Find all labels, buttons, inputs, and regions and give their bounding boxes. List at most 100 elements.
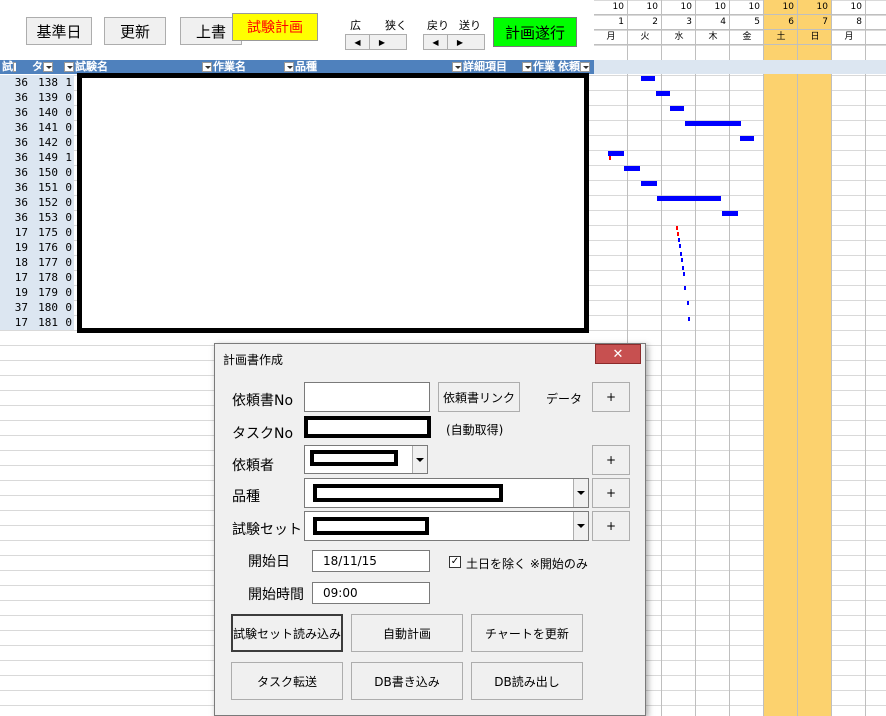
table-cell[interactable]: 0 — [60, 241, 72, 254]
gantt-bar[interactable] — [641, 181, 657, 186]
table-cell[interactable]: 0 — [60, 166, 72, 179]
gantt-bar[interactable] — [722, 211, 738, 216]
filter-icon[interactable] — [13, 62, 16, 72]
scroll-spinner[interactable]: ◀ ▶ — [423, 34, 485, 50]
scroll-forward-arrow[interactable]: ▶ — [448, 35, 472, 49]
start-time-input[interactable]: 09:00 — [312, 582, 430, 604]
gantt-bar[interactable] — [624, 166, 640, 171]
chevron-down-icon[interactable] — [573, 479, 588, 507]
gantt-bar[interactable] — [656, 91, 670, 96]
filter-icon[interactable] — [64, 62, 74, 72]
table-cell[interactable]: 36 — [2, 196, 28, 209]
table-cell[interactable]: 177 — [30, 256, 58, 269]
table-cell[interactable]: 0 — [60, 301, 72, 314]
table-cell[interactable]: 0 — [60, 286, 72, 299]
scroll-back-arrow[interactable]: ◀ — [424, 35, 448, 49]
exclude-weekend-checkbox[interactable]: ✓ — [449, 556, 461, 568]
test-set-combobox[interactable] — [304, 511, 589, 541]
table-cell[interactable]: 36 — [2, 151, 28, 164]
table-cell[interactable]: 17 — [2, 226, 28, 239]
db-read-button[interactable]: DB読み出し — [471, 662, 583, 700]
table-cell[interactable]: 36 — [2, 106, 28, 119]
table-cell[interactable]: 19 — [2, 286, 28, 299]
table-cell[interactable]: 178 — [30, 271, 58, 284]
zoom-narrow-arrow[interactable]: ▶ — [370, 35, 394, 49]
table-cell[interactable]: 152 — [30, 196, 58, 209]
filter-icon[interactable] — [452, 62, 462, 72]
table-cell[interactable]: 0 — [60, 91, 72, 104]
load-test-set-button[interactable]: 試験セット読み込み — [231, 614, 343, 652]
filter-icon[interactable] — [284, 62, 294, 72]
base-date-button[interactable]: 基準日 — [26, 17, 92, 45]
table-cell[interactable]: 0 — [60, 211, 72, 224]
table-cell[interactable]: 139 — [30, 91, 58, 104]
table-row[interactable]: 37 180 0 — [0, 300, 78, 315]
header-task[interactable]: タ — [30, 60, 60, 74]
requester-add-button[interactable]: + — [592, 445, 630, 475]
table-cell[interactable]: 17 — [2, 271, 28, 284]
table-cell[interactable]: 0 — [60, 226, 72, 239]
table-row[interactable]: 17 178 0 — [0, 270, 78, 285]
table-row[interactable]: 19 176 0 — [0, 240, 78, 255]
table-cell[interactable]: 36 — [2, 181, 28, 194]
table-cell[interactable]: 138 — [30, 76, 58, 89]
table-cell[interactable]: 36 — [2, 76, 28, 89]
chevron-down-icon[interactable] — [573, 512, 588, 540]
header-test[interactable]: 試 — [0, 60, 16, 74]
table-cell[interactable]: 0 — [60, 256, 72, 269]
table-cell[interactable]: 36 — [2, 166, 28, 179]
table-cell[interactable]: 0 — [60, 271, 72, 284]
table-cell[interactable]: 181 — [30, 316, 58, 329]
table-cell[interactable]: 151 — [30, 181, 58, 194]
data-add-button[interactable]: + — [592, 382, 630, 412]
request-link-button[interactable]: 依頼書リンク — [438, 382, 520, 412]
update-chart-button[interactable]: チャートを更新 — [471, 614, 583, 652]
gantt-bar[interactable] — [740, 136, 754, 141]
table-row[interactable]: 36 149 1 — [0, 150, 78, 165]
table-row[interactable]: 36 140 0 — [0, 105, 78, 120]
header-test-name[interactable]: 試験名 — [62, 60, 202, 74]
table-row[interactable]: 36 152 0 — [0, 195, 78, 210]
product-add-button[interactable]: + — [592, 478, 630, 508]
plan-execute-button[interactable]: 計画遂行 — [493, 17, 577, 47]
gantt-bar[interactable] — [685, 121, 741, 126]
table-cell[interactable]: 37 — [2, 301, 28, 314]
start-date-input[interactable]: 18/11/15 — [312, 550, 430, 572]
table-cell[interactable]: 0 — [60, 121, 72, 134]
request-no-input[interactable] — [304, 382, 430, 412]
table-cell[interactable]: 1 — [60, 76, 72, 89]
filter-icon[interactable] — [580, 62, 590, 72]
chevron-down-icon[interactable] — [412, 446, 427, 473]
product-combobox[interactable] — [304, 478, 589, 508]
table-cell[interactable]: 18 — [2, 256, 28, 269]
table-cell[interactable]: 36 — [2, 121, 28, 134]
test-set-add-button[interactable]: + — [592, 511, 630, 541]
table-row[interactable]: 36 139 0 — [0, 90, 78, 105]
table-cell[interactable]: 149 — [30, 151, 58, 164]
requester-combobox[interactable] — [304, 445, 428, 474]
table-cell[interactable]: 180 — [30, 301, 58, 314]
table-cell[interactable]: 142 — [30, 136, 58, 149]
table-row[interactable]: 36 151 0 — [0, 180, 78, 195]
header-product[interactable]: 品種 — [282, 60, 452, 74]
gantt-bar[interactable] — [670, 106, 684, 111]
gantt-bar[interactable] — [641, 76, 655, 81]
table-cell[interactable]: 0 — [60, 181, 72, 194]
header-work[interactable]: 作業 — [520, 60, 556, 74]
test-plan-button[interactable]: 試験計画 — [232, 13, 318, 41]
gantt-bar[interactable] — [657, 196, 721, 201]
table-row[interactable]: 36 141 0 — [0, 120, 78, 135]
table-row[interactable]: 17 181 0 — [0, 315, 78, 330]
table-cell[interactable]: 0 — [60, 106, 72, 119]
task-transfer-button[interactable]: タスク転送 — [231, 662, 343, 700]
table-row[interactable]: 36 138 1 — [0, 75, 78, 90]
header-work-name[interactable]: 作業名 — [200, 60, 280, 74]
table-cell[interactable]: 141 — [30, 121, 58, 134]
refresh-button[interactable]: 更新 — [104, 17, 166, 45]
table-row[interactable]: 17 175 0 — [0, 225, 78, 240]
table-cell[interactable]: 1 — [60, 151, 72, 164]
table-cell[interactable]: 19 — [2, 241, 28, 254]
table-row[interactable]: 18 177 0 — [0, 255, 78, 270]
filter-icon[interactable] — [43, 62, 53, 72]
table-cell[interactable]: 17 — [2, 316, 28, 329]
